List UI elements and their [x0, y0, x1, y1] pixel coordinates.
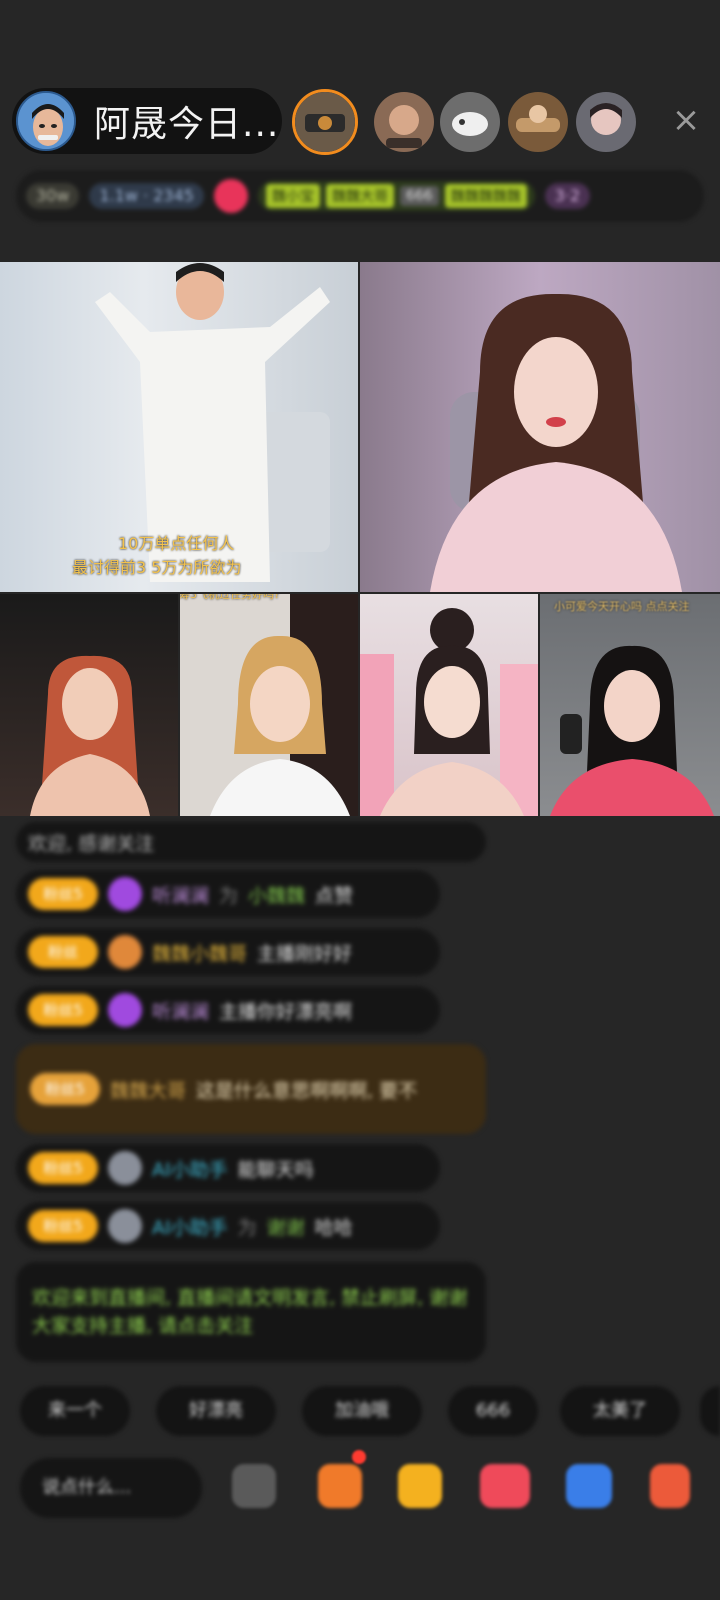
host-info-pill[interactable]: 阿晟今日...	[12, 88, 282, 154]
quick-reply-4[interactable]: 666	[448, 1386, 538, 1436]
fan-level-badge: 粉丝5	[28, 878, 98, 910]
flame-icon	[108, 935, 142, 969]
notification-dot	[352, 1450, 366, 1464]
fan-level-badge: 粉丝5	[30, 1073, 100, 1105]
top-fan-avatar-2[interactable]	[374, 92, 434, 152]
present-icon[interactable]	[398, 1464, 442, 1508]
video-tile-guest-5[interactable]: 小可爱今天开心吗 点点关注	[540, 594, 720, 816]
chat-nickname[interactable]: 听澜澜	[152, 997, 209, 1024]
chat-target[interactable]: 小魏魏	[248, 881, 305, 908]
top-fan-avatar-3[interactable]	[440, 92, 500, 152]
status-tag-group[interactable]: 魏小宝 魏魏大哥 666 魏魏魏魏魏	[257, 181, 535, 211]
chat-text: 主播你好漂亮啊	[219, 1000, 353, 1023]
chat-nickname[interactable]: AI小助手	[152, 1213, 228, 1240]
gift-box-icon[interactable]	[318, 1464, 362, 1508]
lips-icon[interactable]	[480, 1464, 530, 1508]
status-chip-3: 3·2	[544, 183, 591, 209]
top-fan-avatar-4[interactable]	[508, 92, 568, 152]
video-tile-main-host[interactable]: 10万单点任何人 最讨得前3 5万为所欲为	[0, 262, 358, 592]
guest-5-caption: 小可爱今天开心吗 点点关注	[554, 600, 690, 613]
chat-message-1[interactable]: 欢迎, 感谢关注	[16, 822, 486, 862]
video-tile-guest-2[interactable]	[0, 594, 178, 816]
fan-level-badge: 粉丝5	[28, 994, 98, 1026]
fan-level-badge: 粉丝	[28, 936, 98, 968]
chat-separator: 为	[237, 1216, 257, 1239]
status-chip-1: 30w	[26, 183, 80, 209]
chat-text: 能聊天吗	[237, 1158, 314, 1181]
emoji-icon[interactable]	[232, 1464, 276, 1508]
chat-text: 欢迎, 感谢关注	[28, 832, 155, 855]
chat-nickname[interactable]: AI小助手	[152, 1155, 228, 1182]
status-tag-3: 666	[399, 186, 439, 206]
video-tile-guest-3[interactable]: 任务众筹3飞机过任务好吗?	[180, 594, 358, 816]
guest-3-caption: 任务众筹3飞机过任务好吗?	[180, 594, 280, 601]
status-chip-2: 1.1w · 2345	[89, 183, 204, 209]
chat-nickname[interactable]: 魏魏大哥	[110, 1076, 186, 1103]
user-avatar-icon	[108, 1151, 142, 1185]
chat-text: 这是什么意思啊啊啊, 要不	[196, 1079, 418, 1102]
chat-text: 哈哈	[314, 1216, 353, 1239]
status-tag-4: 魏魏魏魏魏	[444, 184, 527, 208]
chat-message-3[interactable]: 粉丝 魏魏小魏哥 主播刚好好	[16, 928, 440, 976]
game-icon[interactable]	[566, 1464, 612, 1508]
chat-message-5-highlight[interactable]: 粉丝5 魏魏大哥 这是什么意思啊啊啊, 要不	[16, 1044, 486, 1134]
chat-nickname[interactable]: 魏魏小魏哥	[152, 939, 247, 966]
quick-reply-3[interactable]: 加油哦	[302, 1386, 422, 1436]
status-tag-1: 魏小宝	[265, 184, 320, 208]
status-tag-2: 魏魏大哥	[325, 184, 394, 208]
fan-level-badge: 粉丝5	[28, 1152, 98, 1184]
main-caption-1: 10万单点任何人	[118, 534, 235, 553]
rank-badge-icon	[213, 179, 248, 213]
user-avatar-icon	[108, 1209, 142, 1243]
video-tile-guest-4[interactable]	[360, 594, 538, 816]
chat-target[interactable]: 谢谢	[267, 1213, 305, 1240]
more-icon[interactable]	[650, 1464, 690, 1508]
video-tile-guest-1[interactable]	[360, 262, 720, 592]
main-caption-2: 最讨得前3 5万为所欲为	[72, 558, 242, 577]
system-notice-text: 欢迎来到直播间, 直播间请文明发言, 禁止刷屏, 谢谢大家支持主播, 请点击关注	[32, 1287, 468, 1337]
room-status-bar[interactable]: 30w 1.1w · 2345 魏小宝 魏魏大哥 666 魏魏魏魏魏 3·2	[16, 170, 704, 222]
chat-system-notice: 欢迎来到直播间, 直播间请文明发言, 禁止刷屏, 谢谢大家支持主播, 请点击关注	[16, 1262, 486, 1362]
quick-reply-5[interactable]: 太美了	[560, 1386, 680, 1436]
diamond-icon	[108, 877, 142, 911]
chat-nickname[interactable]: 听澜澜	[152, 881, 209, 908]
host-name: 阿晟今日...	[94, 104, 280, 145]
chat-message-6[interactable]: 粉丝5 AI小助手 能聊天吗	[16, 1144, 440, 1192]
chat-message-2[interactable]: 粉丝5 听澜澜 为 小魏魏 点赞	[16, 870, 440, 918]
chat-separator: 为	[219, 884, 239, 907]
chat-text: 主播刚好好	[257, 942, 353, 965]
diamond-icon	[108, 993, 142, 1027]
fan-level-badge: 粉丝5	[28, 1210, 98, 1242]
comment-input[interactable]: 说点什么...	[20, 1458, 202, 1518]
quick-reply-6[interactable]: 好	[700, 1386, 720, 1436]
chat-message-7[interactable]: 粉丝5 AI小助手 为 谢谢 哈哈	[16, 1202, 440, 1250]
chat-message-4[interactable]: 粉丝5 听澜澜 主播你好漂亮啊	[16, 986, 440, 1034]
top-fan-avatar-5[interactable]	[576, 92, 636, 152]
top-fan-avatar-1[interactable]	[292, 89, 358, 155]
close-button[interactable]: ×	[666, 100, 706, 140]
quick-reply-1[interactable]: 来一个	[20, 1386, 130, 1436]
chat-text: 点赞	[315, 884, 354, 907]
quick-reply-2[interactable]: 好漂亮	[156, 1386, 276, 1436]
host-avatar[interactable]	[16, 91, 76, 151]
